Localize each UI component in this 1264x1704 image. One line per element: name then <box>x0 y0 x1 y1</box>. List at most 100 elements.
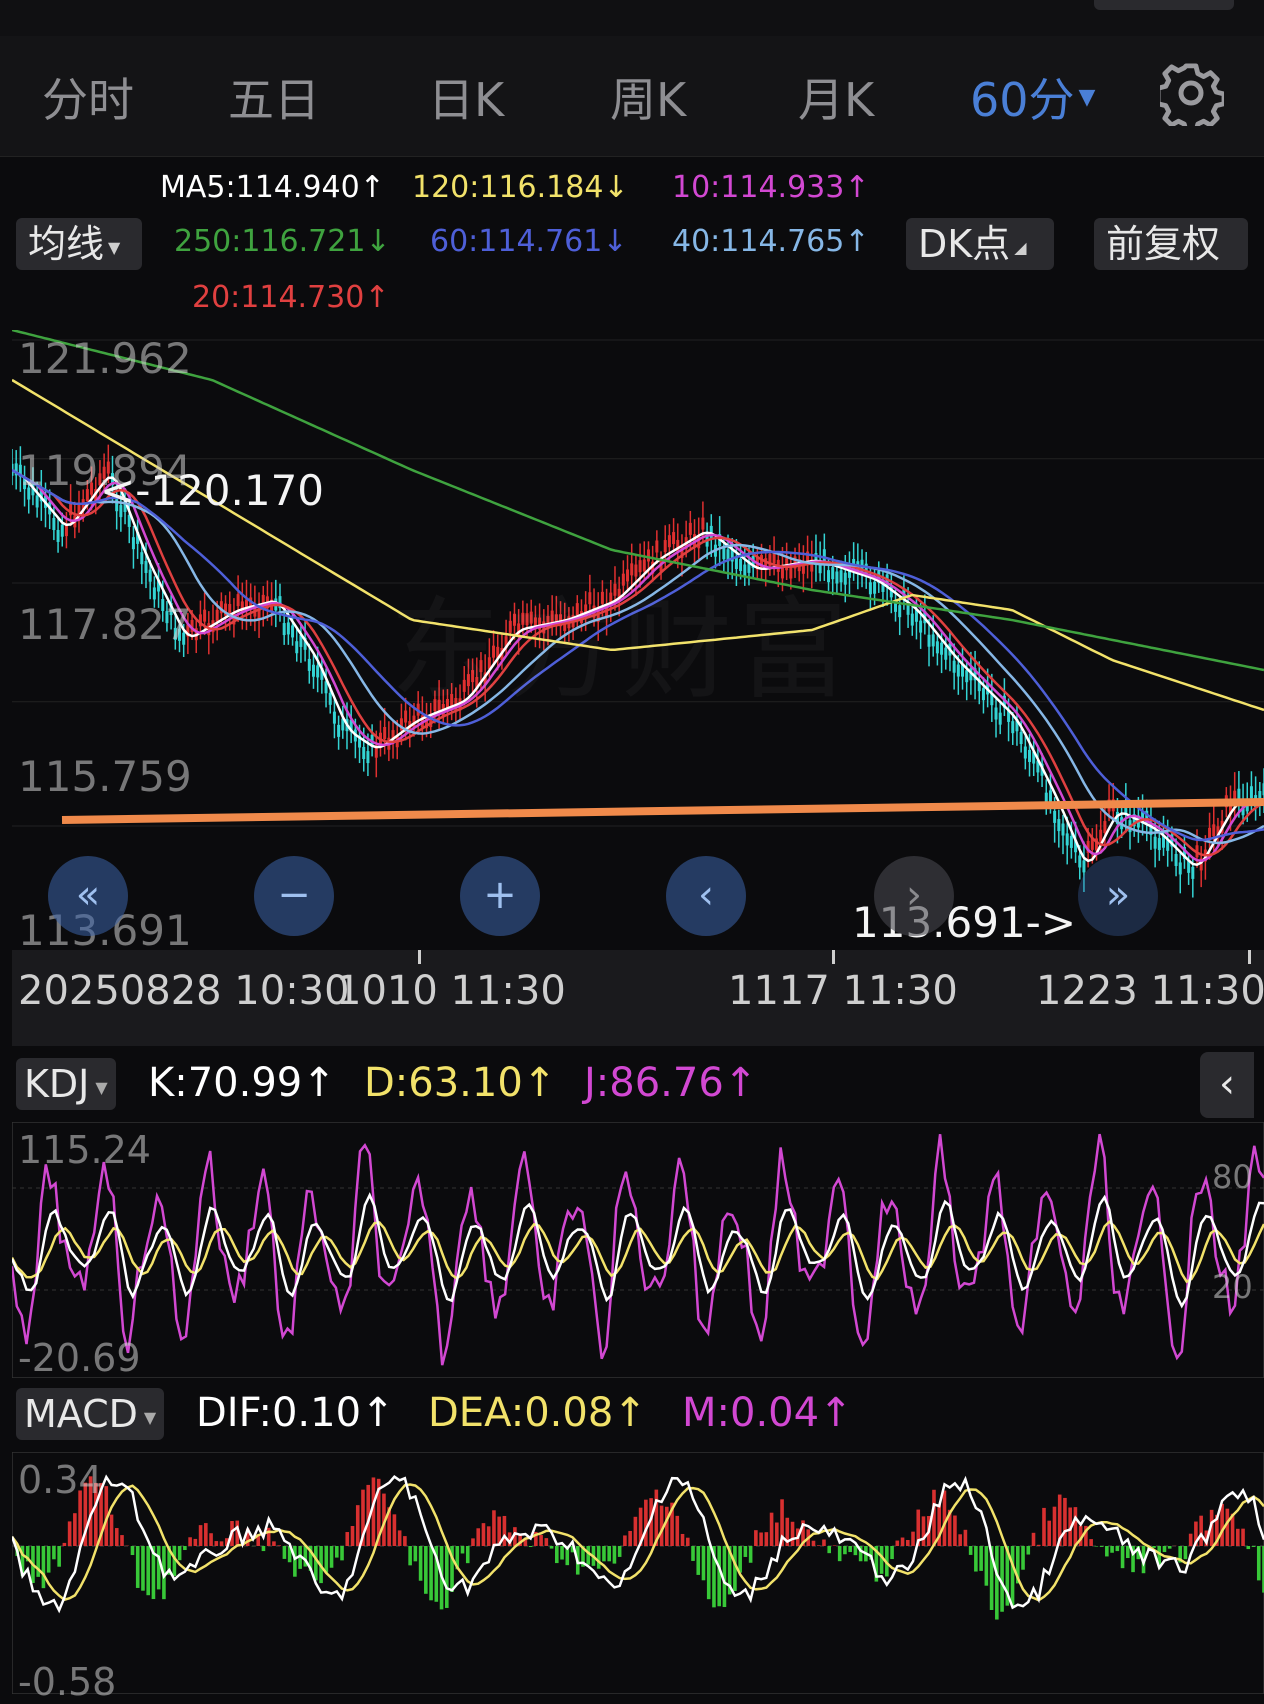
macd-bar <box>1105 1546 1109 1556</box>
macd-bar <box>1100 1546 1104 1547</box>
macd-bar <box>1199 1516 1203 1546</box>
macd-bar <box>770 1513 774 1546</box>
tab-60-min[interactable]: 60分▼ <box>970 64 1095 130</box>
macd-bar <box>1220 1504 1224 1546</box>
gear-icon[interactable] <box>1160 62 1224 126</box>
candle-body <box>982 688 985 700</box>
macd-bar <box>1257 1546 1261 1580</box>
kdj-selector-button[interactable]: KDJ▼ <box>16 1058 116 1110</box>
forward-adjust-button[interactable]: 前复权 <box>1094 218 1248 270</box>
macd-bar <box>419 1546 423 1581</box>
candle-body <box>283 623 286 635</box>
macd-bar <box>932 1490 936 1546</box>
corner-caret-icon: ◢ <box>1014 238 1026 257</box>
tab-intraday[interactable]: 分时 <box>42 64 134 130</box>
candle-body <box>957 665 960 677</box>
macd-bar <box>408 1546 412 1565</box>
macd-bar <box>1236 1529 1240 1546</box>
high-price-annotation: <-120.170 <box>100 466 324 515</box>
tab-monthly-k[interactable]: 月K <box>798 64 874 130</box>
chevron-down-icon: ▼ <box>1079 85 1096 110</box>
macd-bar <box>1026 1546 1030 1555</box>
scroll-end-button[interactable]: » <box>1078 856 1158 936</box>
scroll-right-button[interactable]: › <box>874 856 954 936</box>
dk-point-button[interactable]: DK点◢ <box>906 218 1054 270</box>
macd-bar <box>890 1546 894 1559</box>
kdj-chart[interactable] <box>12 1122 1264 1378</box>
macd-bar <box>1126 1546 1130 1558</box>
macd-bar <box>1110 1546 1114 1553</box>
candle-body <box>995 708 998 720</box>
ma-selector-button[interactable]: 均线▼ <box>16 218 142 270</box>
macd-bar <box>73 1513 77 1546</box>
candle-body <box>295 641 298 653</box>
macd-bar <box>115 1528 119 1546</box>
tab-weekly-k[interactable]: 周K <box>610 64 686 130</box>
macd-bar <box>995 1546 999 1620</box>
ma10-value: 10:114.933↑ <box>672 170 869 205</box>
zoom-in-button[interactable]: + <box>460 856 540 936</box>
candle-body <box>312 665 315 677</box>
ma20-value: 20:114.730↑ <box>192 280 389 315</box>
macd-axis-bottom: -0.58 <box>18 1660 116 1704</box>
macd-bar <box>974 1546 978 1572</box>
ma5-value: MA5:114.940↑ <box>160 170 385 205</box>
macd-bar <box>314 1546 318 1580</box>
macd-bar <box>1047 1521 1051 1546</box>
kdj-lines <box>12 1134 1264 1365</box>
scroll-left-fast-button[interactable]: « <box>48 856 128 936</box>
minus-icon: − <box>254 856 334 936</box>
candle-body <box>329 693 332 705</box>
candle-body <box>1103 821 1106 833</box>
candle-body <box>722 547 725 559</box>
macd-bar <box>351 1526 355 1546</box>
macd-bar <box>754 1530 758 1546</box>
macd-bar <box>503 1516 507 1546</box>
macd-bar <box>634 1517 638 1546</box>
tab-daily-k[interactable]: 日K <box>428 64 504 130</box>
candle-body <box>1057 819 1060 831</box>
time-tick <box>418 950 421 964</box>
kdj-ref-low-label: 20 <box>1212 1268 1253 1306</box>
collapse-panel-button[interactable]: ‹ <box>1200 1052 1254 1118</box>
macd-bar <box>696 1546 700 1575</box>
candle-body <box>153 587 156 599</box>
scroll-left-button[interactable]: ‹ <box>666 856 746 936</box>
macd-bar <box>68 1521 72 1546</box>
macd-bar <box>675 1516 679 1546</box>
macd-bar <box>52 1546 56 1559</box>
zoom-out-button[interactable]: − <box>254 856 334 936</box>
macd-bar <box>340 1546 344 1560</box>
candle-body <box>57 530 60 542</box>
macd-bar <box>665 1507 669 1546</box>
macd-bar <box>1168 1546 1172 1549</box>
macd-bar <box>979 1546 983 1571</box>
macd-bar <box>744 1546 748 1557</box>
macd-bar <box>644 1500 648 1546</box>
macd-dea-value: DEA:0.08↑ <box>428 1390 647 1436</box>
macd-bar <box>702 1546 706 1580</box>
macd-bar <box>1241 1529 1245 1546</box>
candle-body <box>689 523 692 535</box>
kdj-ref-high-label: 80 <box>1212 1158 1253 1196</box>
macd-bar <box>833 1545 837 1546</box>
tab-60-min-label: 60分 <box>970 73 1075 127</box>
chevron-down-icon: ▼ <box>144 1408 156 1427</box>
macd-bar <box>896 1541 900 1546</box>
macd-bar <box>471 1538 475 1546</box>
macd-bar <box>220 1541 224 1546</box>
macd-bar <box>42 1546 46 1588</box>
candle-body <box>1158 838 1161 850</box>
macd-bar <box>1074 1507 1078 1546</box>
macd-chart[interactable] <box>12 1452 1264 1694</box>
handle-pill <box>1094 0 1234 10</box>
time-label-2: 1010 11:30 <box>336 968 566 1014</box>
candle-body <box>52 518 55 530</box>
candle-body <box>1066 833 1069 845</box>
macd-selector-button[interactable]: MACD▼ <box>16 1388 164 1440</box>
macd-bar <box>539 1535 543 1546</box>
macd-bar <box>345 1532 349 1546</box>
macd-bar <box>335 1546 339 1558</box>
tab-five-day[interactable]: 五日 <box>228 64 320 130</box>
macd-bar <box>466 1546 470 1563</box>
